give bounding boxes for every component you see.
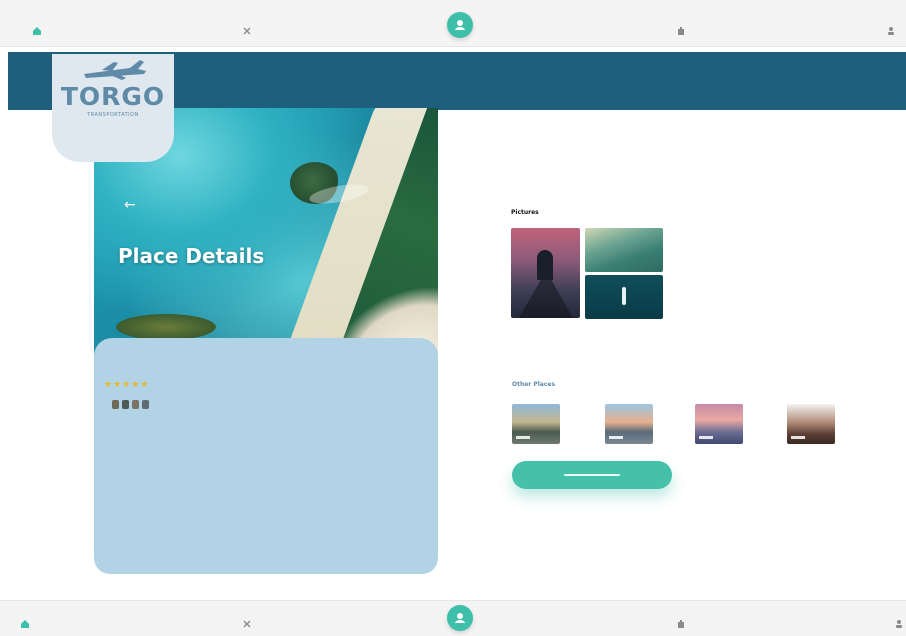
hero-reef-decoration (116, 314, 216, 340)
back-button[interactable]: ← (124, 197, 136, 213)
top-navigation-bar (0, 0, 906, 47)
pier-decoration (537, 250, 553, 280)
home-icon[interactable] (14, 615, 36, 633)
bottom-navigation-bar (0, 600, 906, 636)
person-decoration (622, 287, 626, 305)
person-icon[interactable] (888, 615, 906, 633)
other-places-label: Other Places (512, 381, 556, 388)
primary-action-button[interactable] (512, 461, 672, 489)
amenity-icon (142, 400, 149, 409)
picture-thumbnail[interactable] (585, 275, 663, 319)
logo-subtitle: TRANSPORTATION (87, 112, 139, 118)
page-title: Place Details (118, 244, 265, 268)
airplane-icon (84, 60, 146, 80)
amenity-icon (132, 400, 139, 409)
person-icon[interactable] (880, 22, 902, 40)
place-caption (516, 436, 530, 439)
place-caption (791, 436, 805, 439)
place-caption (609, 436, 623, 439)
amenity-icon (112, 400, 119, 409)
pictures-label: Pictures (511, 209, 539, 216)
place-caption (699, 436, 713, 439)
logo-text: TORGO (60, 82, 166, 111)
other-place-card[interactable] (695, 404, 743, 444)
other-place-card[interactable] (787, 404, 835, 444)
other-place-card[interactable] (605, 404, 653, 444)
picture-thumbnail[interactable] (585, 228, 663, 272)
amenity-icon (122, 400, 129, 409)
center-action-icon[interactable] (447, 605, 473, 631)
button-label (564, 474, 620, 476)
amenity-icons (112, 400, 149, 409)
other-place-card[interactable] (512, 404, 560, 444)
building-icon[interactable] (670, 22, 692, 40)
close-icon[interactable] (236, 615, 258, 633)
rating-stars: ★★★★★ (104, 380, 150, 390)
dock-decoration (519, 280, 573, 318)
logo[interactable]: TORGO TRANSPORTATION (52, 54, 174, 162)
details-card (94, 338, 438, 574)
center-action-icon[interactable] (447, 12, 473, 38)
building-icon[interactable] (670, 615, 692, 633)
close-icon[interactable] (236, 22, 258, 40)
home-icon[interactable] (26, 22, 48, 40)
picture-thumbnail[interactable] (511, 228, 580, 318)
